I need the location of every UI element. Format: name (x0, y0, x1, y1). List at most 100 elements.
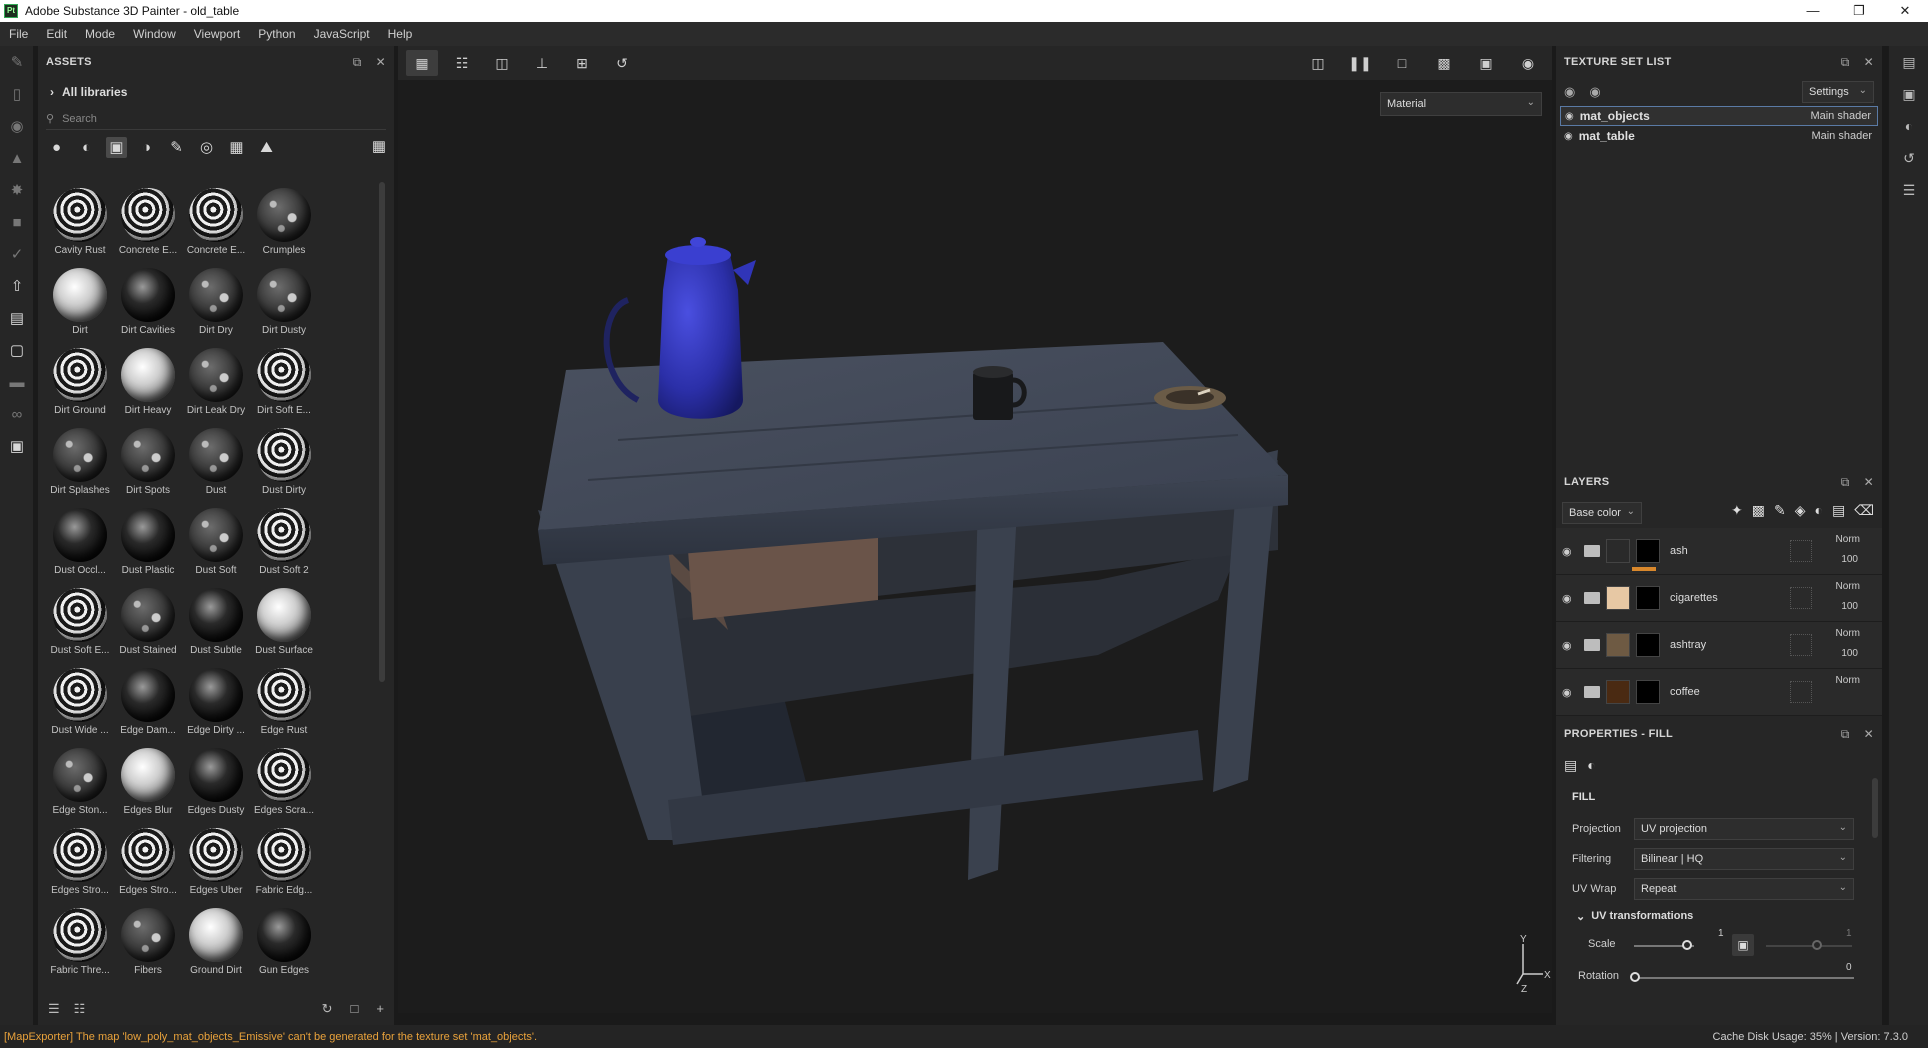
settings-dropdown[interactable]: Settings ⌄ (1802, 81, 1874, 103)
asset-tile[interactable]: Concrete E... (182, 182, 250, 260)
asset-tile[interactable]: Fabric Edg... (250, 822, 318, 900)
asset-tile[interactable]: Fabric Thre... (46, 902, 114, 980)
measure-icon[interactable]: ▬ (0, 366, 34, 398)
texture-set-row[interactable]: ◉ mat_table Main shader (1560, 126, 1878, 146)
menu-javascript[interactable]: JavaScript (305, 27, 379, 41)
eye-icon[interactable]: ◉ (1562, 686, 1578, 699)
menu-mode[interactable]: Mode (76, 27, 124, 41)
asset-search[interactable]: ⚲ Search (46, 108, 386, 130)
undock-icon[interactable]: ⧉ (353, 55, 362, 70)
asset-tile[interactable]: Edges Uber (182, 822, 250, 900)
hide-icon[interactable]: ◫ (1302, 50, 1334, 76)
close-panel-icon[interactable]: ✕ (1864, 727, 1874, 741)
layer-mask-slot[interactable] (1790, 681, 1812, 703)
layer-row[interactable]: ◉ ashtray Norm 100 (1556, 622, 1882, 669)
paint-brush-icon[interactable]: ✎ (0, 46, 34, 78)
asset-tile[interactable]: Dust Stained (114, 582, 182, 660)
smudge-icon[interactable]: ✸ (0, 174, 34, 206)
layer-mask-slot[interactable] (1790, 587, 1812, 609)
folder-icon[interactable] (1584, 639, 1600, 651)
uv-tile-icon[interactable]: ▦ (406, 50, 438, 76)
clone-stamp-icon[interactable]: ■ (0, 206, 34, 238)
filter-materials-icon[interactable]: ● (46, 137, 67, 158)
color-picker-icon[interactable]: ✓ (0, 238, 34, 270)
undock-icon[interactable]: ⧉ (1841, 55, 1850, 70)
screenshot-icon[interactable]: ◉ (1512, 50, 1544, 76)
add-icon[interactable]: + (376, 1001, 384, 1017)
blend-mode[interactable]: Norm (1836, 581, 1860, 592)
visibility-toggle-icon[interactable]: ◉ (1564, 84, 1575, 100)
bake-icon[interactable]: ▤ (0, 302, 34, 334)
asset-tile[interactable]: Edges Scra... (250, 742, 318, 820)
asset-tile[interactable]: Edge Ston... (46, 742, 114, 820)
asset-tile[interactable]: Edge Rust (250, 662, 318, 740)
folder-icon[interactable] (1584, 686, 1600, 698)
grid-view-icon[interactable]: ▦ (372, 137, 386, 155)
history-icon[interactable]: ↺ (606, 50, 638, 76)
close-panel-icon[interactable]: ✕ (1864, 55, 1874, 69)
delete-icon[interactable]: ⌫ (1854, 502, 1874, 519)
polygon-fill-icon[interactable]: ▲ (0, 142, 34, 174)
filtering-dropdown[interactable]: Bilinear | HQ ⌄ (1634, 848, 1854, 870)
menu-window[interactable]: Window (124, 27, 185, 41)
library-selector[interactable]: › All libraries (38, 78, 394, 106)
add-fill-layer-icon[interactable]: ◈ (1795, 502, 1806, 519)
mesh-icon[interactable]: ▢ (0, 334, 34, 366)
close-panel-icon[interactable]: ✕ (1864, 475, 1874, 489)
asset-tile[interactable]: Fibers (114, 902, 182, 980)
asset-tile[interactable]: Cavity Rust (46, 182, 114, 260)
asset-tile[interactable]: Edge Dirty ... (182, 662, 250, 740)
filter-environments-icon[interactable]: ⛰ (256, 137, 277, 158)
eye-icon[interactable]: ◉ (1562, 639, 1578, 652)
asset-tile[interactable]: Dirt Splashes (46, 422, 114, 500)
display-icon[interactable]: ▣ (0, 430, 34, 462)
shader-settings-icon[interactable]: ◐ (1889, 110, 1928, 142)
asset-tile[interactable]: Dirt Cavities (114, 262, 182, 340)
eye-icon[interactable]: ◉ (1564, 131, 1573, 142)
uv-wrap-dropdown[interactable]: Repeat ⌄ (1634, 878, 1854, 900)
asset-tile[interactable]: Edges Stro... (114, 822, 182, 900)
asset-tile[interactable]: Dirt Dry (182, 262, 250, 340)
add-paint-layer-icon[interactable]: ✎ (1774, 502, 1786, 519)
scale-v-slider-knob[interactable] (1812, 940, 1822, 950)
projection-dropdown[interactable]: UV projection ⌄ (1634, 818, 1854, 840)
import-icon[interactable]: ☰ (48, 1001, 60, 1017)
fill-tab-icon[interactable]: ▤ (1564, 757, 1577, 774)
texture-set-row[interactable]: ◉ mat_objects Main shader (1560, 106, 1878, 126)
filter-brushes-icon[interactable]: ✎ (166, 137, 187, 158)
lock-icon[interactable]: ▣ (1732, 934, 1754, 956)
menu-help[interactable]: Help (379, 27, 422, 41)
pause-icon[interactable]: ❚❚ (1344, 50, 1376, 76)
asset-tile[interactable]: Dirt (46, 262, 114, 340)
add-smart-material-icon[interactable]: ◐ (1815, 502, 1823, 519)
rotation-slider[interactable] (1634, 977, 1854, 979)
layer-mask-slot[interactable] (1790, 540, 1812, 562)
projection-icon[interactable]: ◉ (0, 110, 34, 142)
eye-icon[interactable]: ◉ (1562, 592, 1578, 605)
menu-viewport[interactable]: Viewport (185, 27, 249, 41)
camera-icon[interactable]: ▣ (1470, 50, 1502, 76)
eye-icon[interactable]: ◉ (1565, 111, 1574, 122)
menu-edit[interactable]: Edit (37, 27, 76, 41)
minimize-button[interactable]: — (1790, 0, 1836, 22)
asset-tile[interactable]: Dust Soft (182, 502, 250, 580)
asset-tile[interactable]: Dust Subtle (182, 582, 250, 660)
rotation-slider-knob[interactable] (1630, 972, 1640, 982)
material-tab-icon[interactable]: ◐ (1587, 757, 1595, 773)
link-icon[interactable]: ∞ (0, 398, 34, 430)
asset-tile[interactable]: Dirt Heavy (114, 342, 182, 420)
properties-scrollbar[interactable] (1872, 778, 1878, 838)
layer-row[interactable]: ◉ cigarettes Norm 100 (1556, 575, 1882, 622)
layer-row[interactable]: ◉ ash Norm 100 (1556, 528, 1882, 575)
folder-icon[interactable] (1584, 545, 1600, 557)
close-window-button[interactable]: ✕ (1882, 0, 1928, 22)
eraser-icon[interactable]: ▯ (0, 78, 34, 110)
asset-tile[interactable]: Concrete E... (114, 182, 182, 260)
asset-tile[interactable]: Dirt Dusty (250, 262, 318, 340)
asset-tile[interactable]: Edge Dam... (114, 662, 182, 740)
viewport[interactable]: ▦ ☷ ◫ ⊥ ⊞ ↺ ◫ ❚❚ □ ▩ ▣ ◉ Material ⌄ Y X … (398, 46, 1552, 1013)
asset-tile[interactable]: Dirt Leak Dry (182, 342, 250, 420)
asset-tile[interactable]: Dirt Spots (114, 422, 182, 500)
asset-tile[interactable]: Dirt Soft E... (250, 342, 318, 420)
asset-tile[interactable]: Ground Dirt (182, 902, 250, 980)
